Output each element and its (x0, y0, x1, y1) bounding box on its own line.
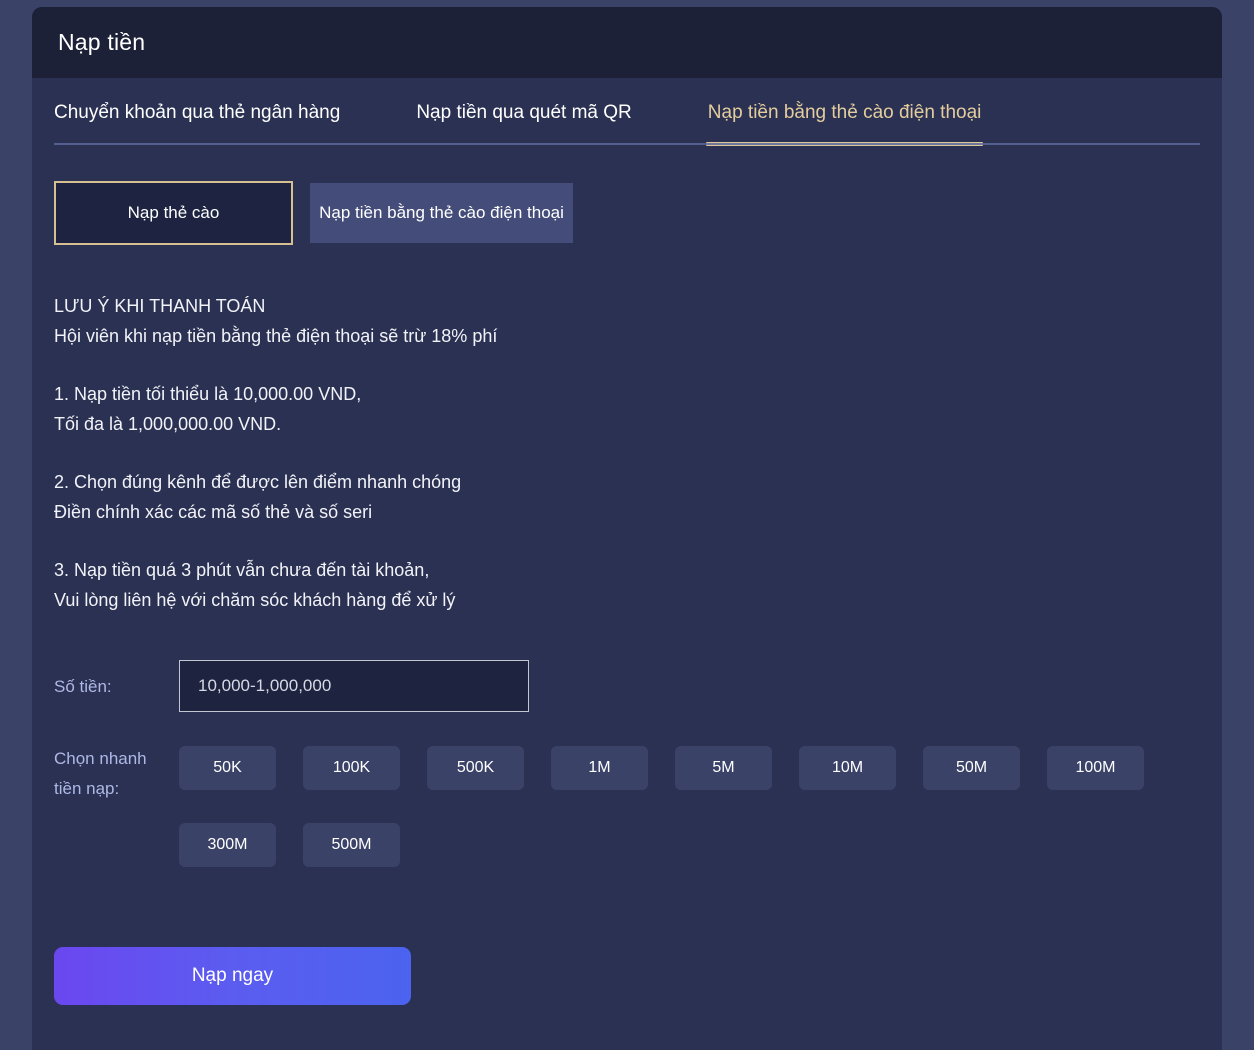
notice-item1-line2: Tối đa là 1,000,000.00 VND. (54, 414, 282, 434)
quick-amount-chip[interactable]: 100K (303, 746, 400, 790)
tab-qr-code[interactable]: Nạp tiền qua quét mã QR (416, 86, 631, 142)
quick-amount-chip[interactable]: 100M (1047, 746, 1144, 790)
quick-amount-chip[interactable]: 50M (923, 746, 1020, 790)
notice-spacer-2 (54, 439, 1222, 467)
notice-spacer-1 (54, 351, 1222, 379)
quick-amount-chip[interactable]: 5M (675, 746, 772, 790)
quick-amount-chip[interactable]: 500K (427, 746, 524, 790)
quick-amount-chip[interactable]: 1M (551, 746, 648, 790)
notice-heading: LƯU Ý KHI THANH TOÁN (54, 296, 266, 316)
notice-item3-line2: Vui lòng liên hệ với chăm sóc khách hàng… (54, 590, 456, 610)
payment-notice: LƯU Ý KHI THANH TOÁN Hội viên khi nạp ti… (54, 291, 1222, 615)
quick-amount-chip[interactable]: 500M (303, 823, 400, 867)
quick-select-label: Chọn nhanh tiền nạp: (54, 749, 147, 798)
amount-input[interactable] (179, 660, 529, 712)
method-button-phone-card[interactable]: Nạp tiền bằng thẻ cào điện thoại (310, 183, 573, 243)
card-header: Nạp tiền (32, 7, 1222, 78)
notice-item3-line1: 3. Nạp tiền quá 3 phút vẫn chưa đến tài … (54, 560, 430, 580)
notice-item2-line2: Điền chính xác các mã số thẻ và số seri (54, 502, 373, 522)
tab-bank-transfer[interactable]: Chuyển khoản qua thẻ ngân hàng (54, 86, 340, 142)
deposit-card: Nạp tiền Chuyển khoản qua thẻ ngân hàng … (32, 7, 1222, 1050)
quick-amount-chip[interactable]: 300M (179, 823, 276, 867)
notice-spacer-3 (54, 527, 1222, 555)
tab-bar: Chuyển khoản qua thẻ ngân hàng Nạp tiền … (32, 78, 1222, 149)
quick-amount-chip[interactable]: 50K (179, 746, 276, 790)
quick-amount-chip[interactable]: 10M (799, 746, 896, 790)
method-button-scratch-card[interactable]: Nạp thẻ cào (54, 181, 293, 245)
page-title: Nạp tiền (58, 29, 146, 55)
tab-phone-card[interactable]: Nạp tiền bằng thẻ cào điện thoại (705, 86, 983, 146)
quick-select-chips: 50K 100K 500K 1M 5M 10M 50M 100M 300M 50… (179, 746, 1179, 900)
notice-subheading: Hội viên khi nạp tiền bằng thẻ điện thoạ… (54, 326, 498, 346)
deposit-now-button[interactable]: Nạp ngay (54, 947, 411, 1005)
tab-divider (54, 143, 1200, 145)
amount-row: Số tiền: (54, 660, 1222, 712)
quick-select-row: Chọn nhanh tiền nạp: 50K 100K 500K 1M 5M… (54, 744, 1222, 900)
notice-item2-line1: 2. Chọn đúng kênh để được lên điểm nhanh… (54, 472, 462, 492)
amount-label: Số tiền: (54, 676, 112, 696)
method-button-group: Nạp thẻ cào Nạp tiền bằng thẻ cào điện t… (54, 181, 1222, 245)
notice-item1-line1: 1. Nạp tiền tối thiểu là 10,000.00 VND, (54, 384, 362, 404)
